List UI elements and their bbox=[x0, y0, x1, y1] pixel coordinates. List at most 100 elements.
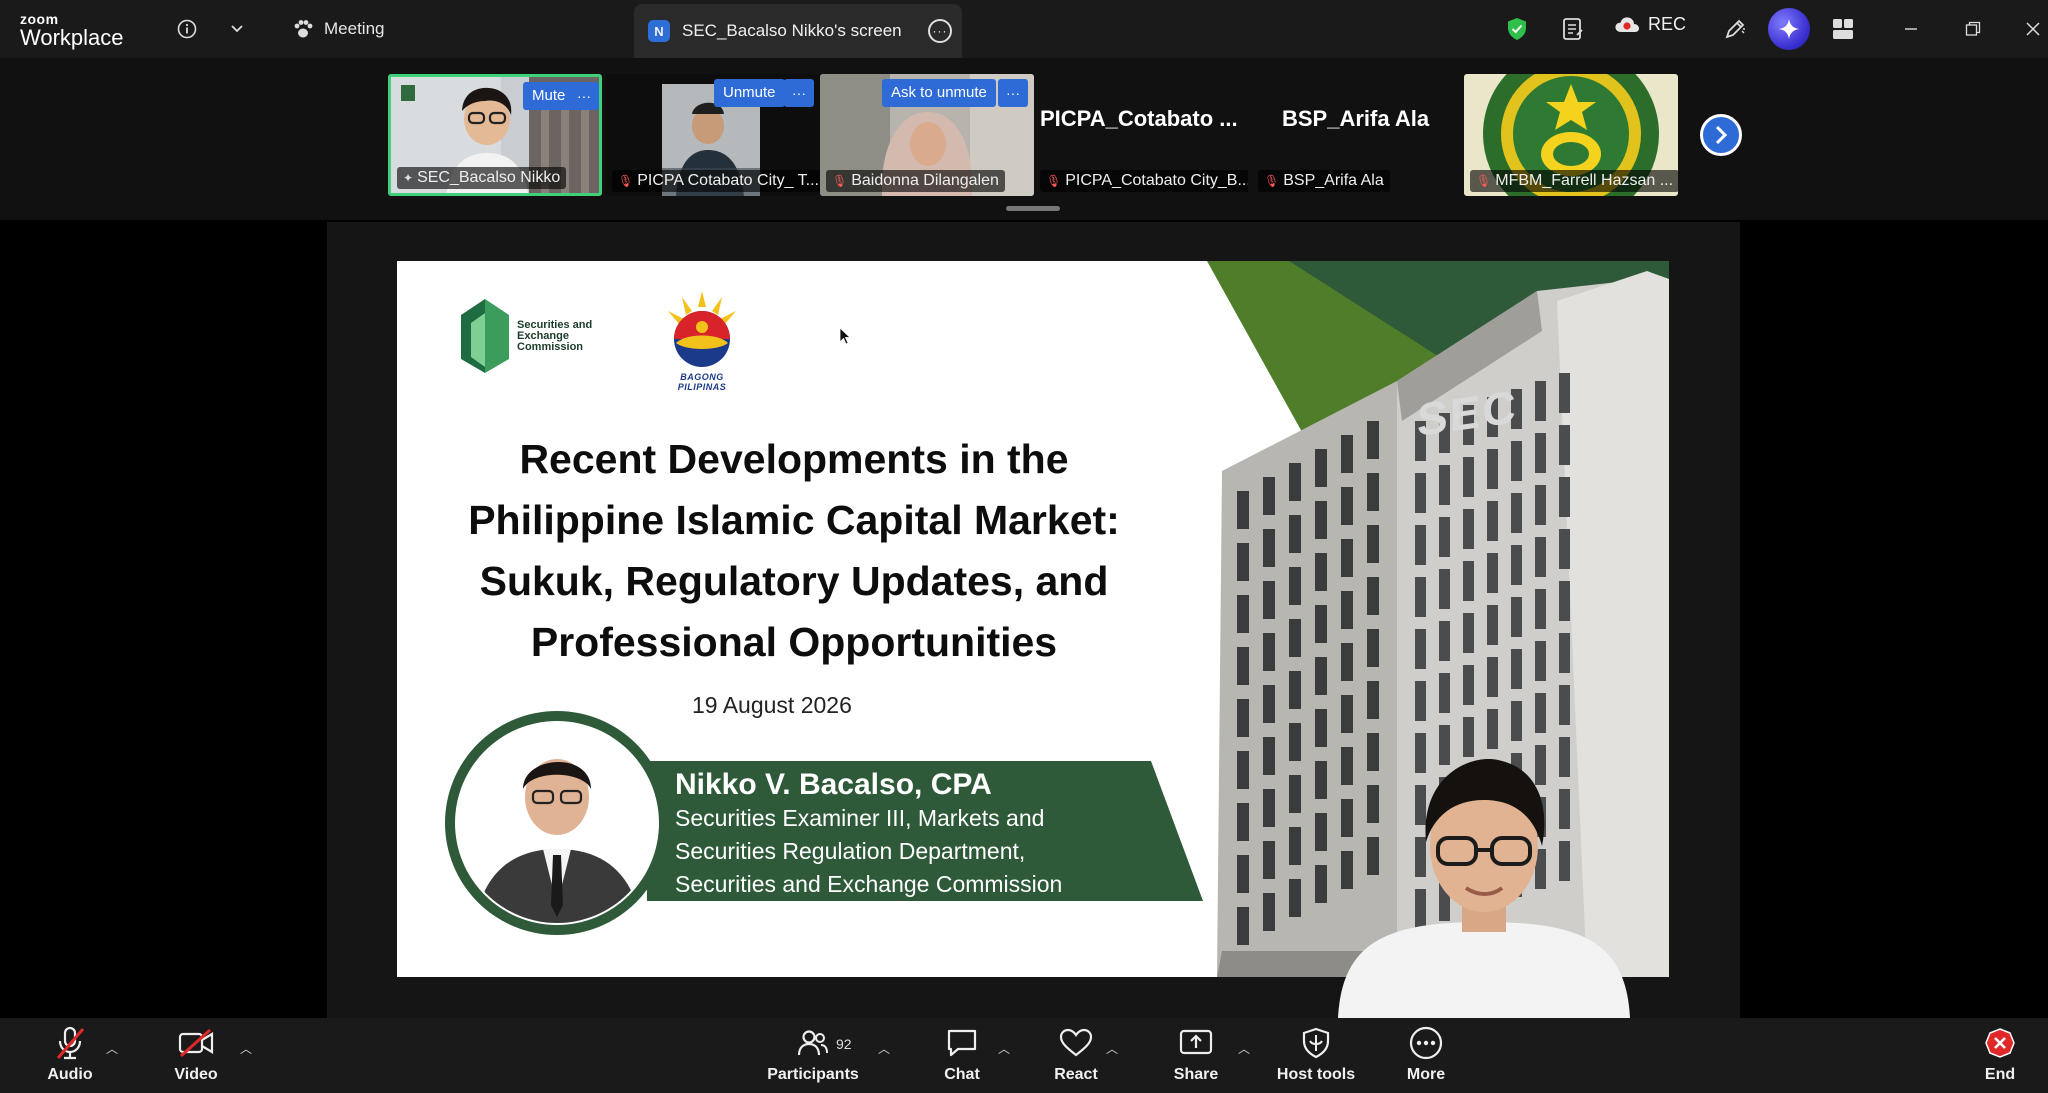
host-tools-button[interactable]: Host tools bbox=[1266, 1026, 1366, 1084]
muted-mic-icon: 🎙 bbox=[832, 174, 848, 188]
participants-button[interactable]: Participants bbox=[763, 1026, 863, 1084]
info-icon[interactable] bbox=[172, 14, 202, 44]
participants-label: Participants bbox=[767, 1066, 859, 1083]
host-tools-label: Host tools bbox=[1276, 1066, 1356, 1083]
gallery-next-page-button[interactable] bbox=[1700, 114, 1742, 156]
share-options-caret-icon[interactable]: ︿ bbox=[1238, 1040, 1250, 1057]
paw-icon bbox=[294, 20, 313, 38]
audio-options-caret-icon[interactable]: ︿ bbox=[106, 1040, 118, 1057]
gallery-resize-handle[interactable] bbox=[1006, 206, 1060, 211]
participant-tile-mfbm-farrell-hazsan[interactable]: 🎙 MFBM_Farrell Hazsan ... bbox=[1464, 74, 1678, 196]
video-button[interactable]: Video bbox=[146, 1026, 246, 1084]
end-x-icon bbox=[1985, 1028, 2015, 1058]
rec-label: REC bbox=[1648, 14, 1687, 34]
speaker-role-line: Securities Regulation Department, bbox=[675, 838, 1026, 864]
video-label: Video bbox=[174, 1066, 218, 1083]
cloud-record-icon bbox=[1615, 16, 1639, 32]
more-button[interactable]: More bbox=[1376, 1026, 1476, 1084]
participants-icon bbox=[797, 1030, 828, 1056]
chevron-right-icon bbox=[1715, 125, 1728, 145]
sec-logo-mark-icon bbox=[461, 299, 509, 373]
sec-logo: Securities and Exchange Commission bbox=[459, 297, 592, 375]
video-options-caret-icon[interactable]: ︿ bbox=[240, 1040, 252, 1057]
chat-button[interactable]: Chat bbox=[912, 1026, 1012, 1084]
speaker-portrait bbox=[445, 711, 669, 935]
participant-tile-picpa-cotabato-t[interactable]: Unmute ··· 🎙 PICPA Cotabato City_ T... bbox=[606, 74, 820, 196]
screen-tab-options-icon[interactable]: ··· bbox=[928, 19, 952, 43]
participant-display-name: BSP_Arifa Ala bbox=[1282, 106, 1430, 131]
participant-name-tag: 🎙 PICPA Cotabato City_ T... bbox=[612, 170, 820, 192]
chevron-down-icon[interactable] bbox=[222, 14, 252, 44]
participant-name-tag: ✦ SEC_Bacalso Nikko bbox=[397, 167, 567, 189]
meeting-tab-label: Meeting bbox=[324, 19, 385, 38]
end-meeting-button[interactable]: End bbox=[1952, 1026, 2048, 1084]
chat-options-caret-icon[interactable]: ︿ bbox=[998, 1040, 1010, 1057]
tile-options-button[interactable]: ··· bbox=[784, 79, 814, 107]
sec-logo-line-3: Commission bbox=[517, 340, 584, 353]
participant-tile-baidonna-dilangalen[interactable]: Ask to unmute ··· 🎙 Baidonna Dilangalen bbox=[820, 74, 1034, 196]
speaker-role-line: Securities and Exchange Commission bbox=[675, 871, 1063, 897]
participant-name: BSP_Arifa Ala bbox=[1283, 172, 1384, 189]
brand-small: zoom bbox=[20, 11, 59, 27]
muted-mic-icon: 🎙 bbox=[1046, 174, 1062, 188]
brand-large: Workplace bbox=[20, 25, 124, 50]
video-off-icon bbox=[178, 1029, 214, 1057]
presenter-video-overlay[interactable] bbox=[1338, 746, 1630, 1018]
participant-tile-sec-bacalso-nikko[interactable]: Mute ··· ✦ SEC_Bacalso Nikko bbox=[388, 74, 602, 196]
screen-tab-label: SEC_Bacalso Nikko's screen bbox=[682, 21, 902, 40]
participant-name: Baidonna Dilangalen bbox=[851, 172, 999, 189]
tile-options-button[interactable]: ··· bbox=[569, 82, 599, 110]
sec-logo-line-2: Exchange bbox=[517, 329, 569, 342]
share-label: Share bbox=[1173, 1066, 1219, 1083]
react-options-caret-icon[interactable]: ︿ bbox=[1106, 1040, 1118, 1057]
tile-options-button[interactable]: ··· bbox=[998, 79, 1028, 107]
meeting-tab[interactable]: Meeting bbox=[292, 12, 384, 46]
slide-title-line: Recent Developments in the bbox=[519, 436, 1069, 482]
participant-name: PICPA_Cotabato City_B... bbox=[1065, 172, 1248, 189]
more-label: More bbox=[1406, 1066, 1446, 1083]
slide-title-line: Professional Opportunities bbox=[530, 619, 1058, 665]
mouse-cursor-icon bbox=[839, 327, 852, 348]
participants-options-caret-icon[interactable]: ︿ bbox=[878, 1040, 890, 1057]
participant-name: MFBM_Farrell Hazsan ... bbox=[1495, 172, 1674, 189]
participants-count: 92 bbox=[836, 1036, 852, 1052]
close-window-icon[interactable] bbox=[2018, 14, 2048, 44]
slide-title-line: Philippine Islamic Capital Market: bbox=[468, 497, 1120, 543]
bagong-pilipinas-emblem-icon bbox=[668, 291, 736, 367]
sec-logo-line-1: Securities and bbox=[517, 318, 593, 331]
participant-gallery: Mute ··· ✦ SEC_Bacalso Nikko Unmute ··· … bbox=[0, 58, 2048, 220]
muted-mic-icon: 🎙 bbox=[1476, 174, 1492, 188]
speaker-name: Nikko V. Bacalso, CPA bbox=[675, 768, 992, 801]
bagong-pilipinas-logo: BAGONG PILIPINAS bbox=[659, 291, 745, 392]
muted-mic-icon: 🎙 bbox=[618, 174, 634, 188]
react-label: React bbox=[1054, 1066, 1098, 1083]
unmute-button[interactable]: Unmute bbox=[714, 79, 785, 107]
ai-companion-sparkle-icon[interactable] bbox=[1768, 8, 1810, 50]
participant-tile-picpa-cotabato-b[interactable]: PICPA_Cotabato ... 🎙 PICPA_Cotabato City… bbox=[1034, 74, 1248, 196]
share-button[interactable]: Share bbox=[1146, 1026, 1246, 1084]
heart-icon bbox=[1059, 1028, 1093, 1057]
apps-grid-icon[interactable] bbox=[1828, 14, 1858, 44]
participant-tile-bsp-arifa-ala[interactable]: BSP_Arifa Ala 🎙 BSP_Arifa Ala bbox=[1252, 74, 1466, 196]
participant-name-tag: 🎙 PICPA_Cotabato City_B... bbox=[1040, 170, 1248, 192]
minimize-icon[interactable] bbox=[1896, 14, 1926, 44]
ask-to-unmute-button[interactable]: Ask to unmute bbox=[882, 79, 996, 107]
recording-indicator[interactable]: REC bbox=[1614, 14, 1686, 35]
annotate-pen-icon[interactable] bbox=[1720, 14, 1750, 44]
notes-icon[interactable] bbox=[1558, 14, 1588, 44]
chat-label: Chat bbox=[944, 1066, 980, 1083]
security-shield-icon[interactable] bbox=[1502, 14, 1532, 44]
chat-icon bbox=[947, 1029, 977, 1057]
participant-name: PICPA Cotabato City_ T... bbox=[637, 172, 819, 189]
mute-button[interactable]: Mute bbox=[523, 82, 575, 110]
host-shield-icon bbox=[1302, 1027, 1330, 1059]
participant-name-tag: 🎙 MFBM_Farrell Hazsan ... bbox=[1470, 170, 1678, 192]
participant-display-name: PICPA_Cotabato ... bbox=[1040, 106, 1238, 131]
restore-icon[interactable] bbox=[1958, 14, 1988, 44]
screen-share-tab[interactable]: N SEC_Bacalso Nikko's screen ··· bbox=[634, 4, 962, 58]
mic-off-icon bbox=[56, 1026, 85, 1060]
audio-button[interactable]: Audio bbox=[20, 1026, 120, 1084]
meeting-controls-toolbar: Audio ︿ Video ︿ Participants 92 ︿ Chat ︿… bbox=[0, 1018, 2048, 1093]
slide-title: Recent Developments in the Philippine Is… bbox=[397, 429, 1191, 673]
participant-name: SEC_Bacalso Nikko bbox=[417, 169, 561, 186]
